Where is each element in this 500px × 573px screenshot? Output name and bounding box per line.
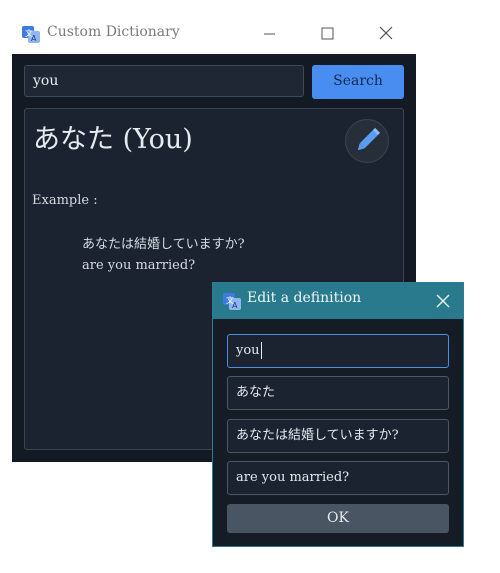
example-english-field[interactable]: are you married? [227,461,449,495]
search-input[interactable]: you [24,65,304,97]
maximize-icon[interactable] [314,22,340,46]
edit-button[interactable] [345,119,389,163]
search-button[interactable]: Search [312,65,404,99]
translate-icon: 文 A [21,24,41,44]
example-english: are you married? [82,258,196,273]
edit-definition-dialog: 文 A Edit a definition you あなた あなたは結婚していま… [212,282,464,547]
svg-text:A: A [232,301,238,310]
example-japanese: あなたは結婚していますか? [82,237,245,252]
dialog-title-bar: 文 A Edit a definition [213,283,463,319]
translate-icon: 文 A [222,291,242,311]
close-icon[interactable] [373,22,399,46]
pencil-icon [357,127,381,151]
close-icon[interactable] [431,289,455,313]
dialog-title: Edit a definition [247,290,362,306]
title-bar: 文 A Custom Dictionary [12,14,416,54]
svg-text:A: A [31,34,37,43]
example-japanese-field[interactable]: あなたは結婚していますか? [227,419,449,453]
text-caret [260,342,262,359]
ok-button[interactable]: OK [227,504,449,533]
word-field[interactable]: you [227,334,449,368]
definition-title: あなた (You) [33,124,193,155]
window-title: Custom Dictionary [47,24,180,40]
minimize-icon[interactable] [257,22,283,46]
translation-field[interactable]: あなた [227,376,449,410]
example-label: Example : [32,193,98,208]
